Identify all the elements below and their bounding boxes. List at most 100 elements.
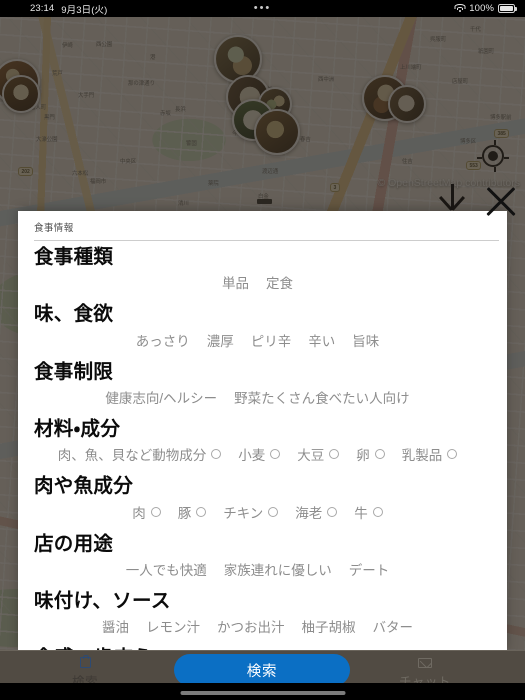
filter-option[interactable]: 小麦 (238, 444, 281, 464)
filter-option-label: ピリ辛 (250, 333, 292, 349)
filter-option-row: 一人でも快適 家族連れに優しい デート (18, 558, 497, 585)
shopping-bag-icon (35, 654, 135, 670)
search-cta-button[interactable]: 検索 (174, 654, 350, 686)
filter-option[interactable]: 海老 (295, 502, 338, 522)
filter-option[interactable]: レモン汁 (146, 616, 200, 636)
filter-option[interactable]: 柚子胡椒 (302, 616, 356, 636)
filter-option[interactable]: 一人でも快適 (126, 559, 207, 579)
filter-option-label: 乳製品 (401, 448, 443, 464)
envelope-icon (375, 655, 475, 670)
filter-option-label: 定食 (266, 276, 293, 292)
download-button[interactable] (437, 184, 467, 218)
filter-option[interactable]: 牛 (354, 502, 383, 522)
filter-option-label: 海老 (295, 505, 323, 521)
radio-circle-icon[interactable] (270, 449, 281, 460)
filter-group-title: 食事種類 (34, 246, 114, 268)
filter-group-title: 味付け、ソース (34, 590, 171, 613)
filter-group: 食事種類単品 定食 (18, 241, 497, 298)
filter-option[interactable]: 卵 (356, 444, 385, 464)
filter-option[interactable]: 野菜たくさん食べたい人向け (234, 387, 410, 407)
filter-option-label: あっさり (135, 333, 190, 349)
close-button[interactable] (483, 183, 519, 219)
filter-option-label: バター (372, 620, 414, 636)
filter-option[interactable]: 濃厚 (207, 330, 234, 350)
filter-option[interactable]: 肉 (132, 502, 161, 522)
radio-circle-icon[interactable] (447, 449, 458, 460)
filter-option-label: 大豆 (297, 448, 325, 464)
download-arrow-icon (437, 184, 467, 218)
filter-group-title: 材料・成分 (34, 418, 121, 441)
filter-option-label: かつお出汁 (217, 620, 285, 636)
filter-group: 店の用途 一人でも快適 家族連れに優しい デート (18, 528, 497, 585)
filter-option-label: 野菜たくさん食べたい人向け (234, 391, 410, 407)
radio-circle-icon[interactable] (329, 449, 340, 460)
filter-option-label: 卵 (356, 448, 370, 464)
filter-option-label: 小麦 (238, 448, 266, 464)
filter-option[interactable]: デート (349, 559, 390, 579)
filter-group-title: 肉や魚成分 (34, 475, 134, 498)
status-bar-right: 100% (454, 3, 517, 14)
filter-option[interactable]: かつお出汁 (217, 616, 285, 636)
radio-circle-icon[interactable] (196, 506, 207, 517)
filter-option[interactable]: 大豆 (297, 444, 340, 464)
sheet-title: 食事情報 (34, 223, 74, 234)
filter-option-label: 濃厚 (206, 333, 234, 349)
filter-option-label: 豚 (177, 505, 192, 521)
filter-option-label: 家族連れに優しい (223, 563, 332, 579)
filter-option[interactable]: バター (373, 616, 414, 636)
filter-option-label: 旨味 (352, 333, 380, 349)
filter-option[interactable]: 家族連れに優しい (224, 559, 332, 579)
filter-option-row: 肉、魚、貝など動物成分 小麦 大豆 卵 乳製品 (18, 443, 497, 470)
filter-option-row: 醤油 レモン汁 かつお出汁 柚子胡椒 バター (18, 615, 497, 642)
status-center-dots: ••• (253, 2, 272, 14)
filter-option[interactable]: 単品 (222, 272, 249, 292)
filter-option-label: レモン汁 (146, 620, 200, 636)
filter-option[interactable]: 辛い (308, 330, 335, 350)
filter-option-label: デート (348, 563, 390, 579)
close-x-icon (483, 183, 519, 219)
battery-icon (498, 4, 517, 13)
filter-option[interactable]: チキン (223, 502, 279, 522)
radio-circle-icon[interactable] (211, 449, 222, 460)
filter-option[interactable]: 豚 (178, 502, 207, 522)
filter-group: 材料・成分肉、魚、貝など動物成分 小麦 大豆 卵 乳製品 (18, 413, 497, 470)
battery-percent: 100% (469, 3, 494, 14)
filter-group-title: 味、食欲 (34, 303, 114, 326)
status-bar: 23:14 9月3日(火) ••• 100% (0, 0, 525, 17)
filter-option[interactable]: 健康志向/ヘルシー (105, 387, 217, 407)
radio-circle-icon[interactable] (374, 449, 385, 460)
filter-option[interactable]: ピリ辛 (251, 330, 292, 350)
filter-option[interactable]: 肉、魚、貝など動物成分 (58, 444, 222, 464)
meal-info-sheet: 食事情報 食事種類 単品 定食 味、食欲 あっさり 濃厚 ピリ辛 辛い 旨味 食事制限 健康志向/ヘ… (18, 211, 507, 652)
filter-group: 肉や魚成分肉 豚 チキン 海老 牛 (18, 470, 497, 527)
filter-group: 食事制限 健康志向/ヘルシー 野菜たくさん食べたい人向け (18, 356, 497, 413)
radio-circle-icon[interactable] (268, 506, 279, 517)
filter-option[interactable]: 乳製品 (402, 444, 458, 464)
filter-option-label: 肉 (132, 505, 146, 521)
sheet-header: 食事情報 (18, 211, 507, 240)
radio-circle-icon[interactable] (327, 506, 338, 517)
filter-option[interactable]: 醤油 (102, 616, 129, 636)
app-root: 23:14 9月3日(火) ••• 100% 伊崎西公園荒戸大手門唐人町黒門港那… (0, 0, 525, 700)
filter-option[interactable]: あっさり (136, 330, 190, 350)
radio-circle-icon[interactable] (150, 506, 161, 517)
filter-group-title: 店の用途 (34, 532, 114, 555)
filter-option-row: 肉 豚 チキン 海老 牛 (18, 501, 497, 528)
filter-group: 味、食欲あっさり 濃厚 ピリ辛 辛い 旨味 (18, 298, 497, 355)
filter-option-label: 一人でも快適 (125, 563, 207, 579)
filter-option-label: 辛い (308, 333, 336, 349)
sheet-filter-groups: 食事種類 単品 定食 味、食欲 あっさり 濃厚 ピリ辛 辛い 旨味 食事制限 健康志向/ヘルシー 野菜… (18, 241, 507, 652)
filter-option-label: 醤油 (102, 620, 129, 636)
filter-option-label: 単品 (222, 276, 249, 292)
home-indicator-bar (0, 683, 525, 700)
filter-option-row: 単品 定食 (18, 271, 497, 298)
filter-option[interactable]: 定食 (266, 272, 293, 292)
filter-option[interactable]: 旨味 (352, 330, 379, 350)
radio-circle-icon[interactable] (372, 506, 383, 517)
filter-option-label: チキン (223, 505, 264, 521)
filter-option-row: 健康志向/ヘルシー 野菜たくさん食べたい人向け (18, 386, 497, 413)
wifi-icon (454, 4, 466, 13)
filter-option-label: 肉、魚、貝など動物成分 (57, 448, 207, 464)
drag-handle-icon[interactable] (257, 199, 272, 204)
filter-option-row: あっさり 濃厚 ピリ辛 辛い 旨味 (18, 329, 497, 356)
